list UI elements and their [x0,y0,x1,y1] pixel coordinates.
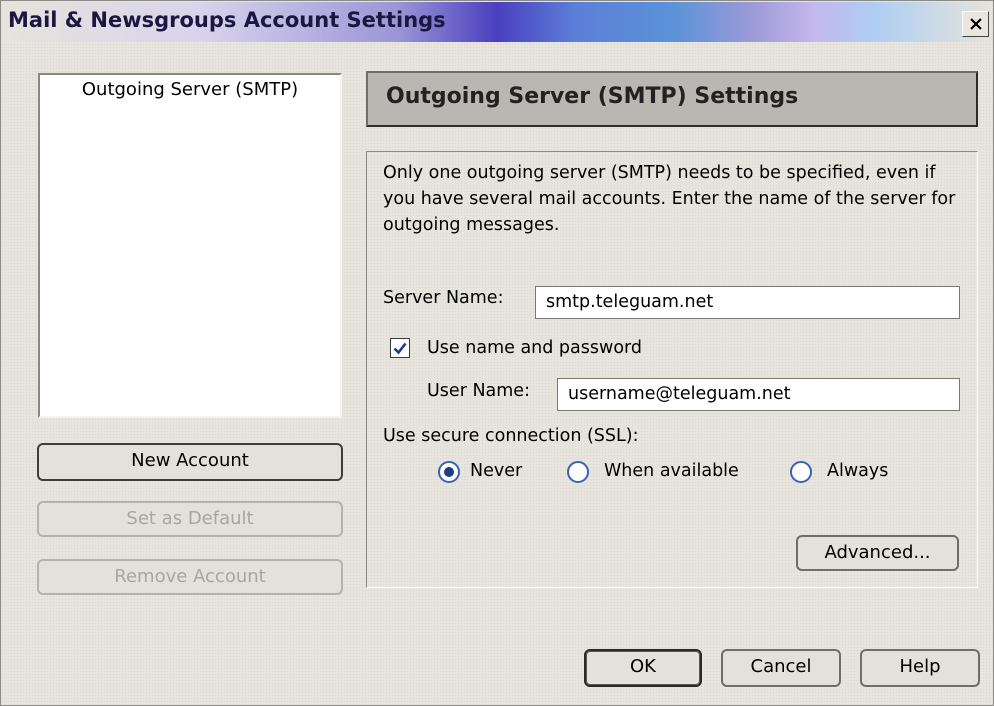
advanced-button[interactable]: Advanced... [796,535,959,571]
ssl-never-label[interactable]: Never [470,461,522,481]
user-name-field[interactable]: username@teleguam.net [557,378,960,411]
ok-button[interactable]: OK [584,649,702,687]
panel-title: Outgoing Server (SMTP) Settings [386,84,799,109]
ssl-never-radio[interactable] [438,461,460,483]
account-list[interactable]: Outgoing Server (SMTP) [38,73,342,418]
ssl-when-available-radio[interactable] [567,461,589,483]
user-name-label: User Name: [427,381,530,401]
server-name-label: Server Name: [383,288,504,308]
panel-header: Outgoing Server (SMTP) Settings [366,71,978,127]
close-icon[interactable] [962,11,989,37]
ssl-when-available-label[interactable]: When available [604,461,739,481]
ssl-label: Use secure connection (SSL): [383,426,639,446]
title-bar[interactable]: Mail & Newsgroups Account Settings [2,2,992,42]
help-button[interactable]: Help [860,649,980,687]
use-password-checkbox[interactable] [390,338,410,358]
cancel-button[interactable]: Cancel [721,649,841,687]
window-title: Mail & Newsgroups Account Settings [8,8,446,32]
list-item[interactable]: Outgoing Server (SMTP) [40,77,340,103]
ssl-always-label[interactable]: Always [827,461,888,481]
set-as-default-button[interactable]: Set as Default [37,501,343,537]
account-settings-window: Mail & Newsgroups Account Settings Outgo… [0,0,994,706]
use-password-label[interactable]: Use name and password [427,338,642,358]
server-name-field[interactable]: smtp.teleguam.net [535,286,960,319]
checkmark-icon [393,342,407,355]
ssl-always-radio[interactable] [790,461,812,483]
panel-description: Only one outgoing server (SMTP) needs to… [383,163,956,235]
new-account-button[interactable]: New Account [37,443,343,481]
remove-account-button[interactable]: Remove Account [37,559,343,595]
